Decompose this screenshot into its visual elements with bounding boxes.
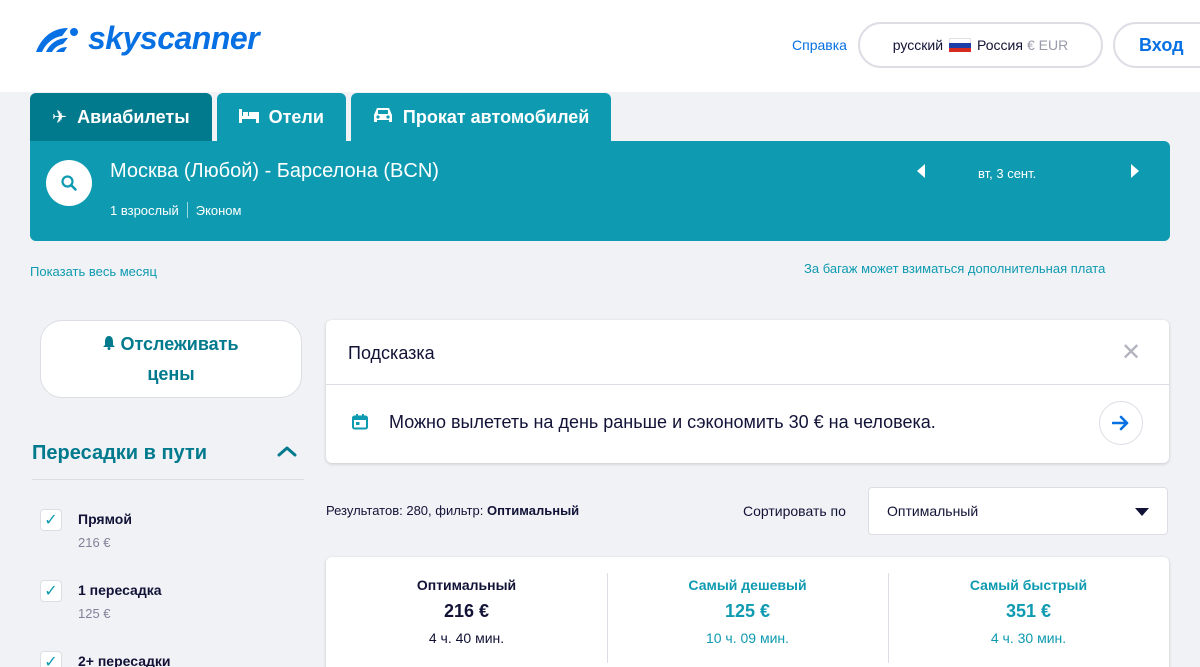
top-header: skyscanner Справка русский Россия € EUR …: [0, 0, 1200, 92]
checkmark-icon: ✓: [44, 512, 58, 529]
checkbox-two-plus[interactable]: ✓: [40, 651, 62, 667]
sort-tab-price: 216 €: [443, 601, 490, 621]
logo-icon: [36, 27, 78, 52]
previous-date-button[interactable]: [916, 164, 926, 183]
bell-icon: [103, 334, 120, 354]
stop-label: Прямой: [78, 511, 132, 527]
chevron-up-icon: [277, 446, 297, 457]
edit-search-button[interactable]: [46, 160, 92, 206]
sort-tab-price: 351 €: [1005, 601, 1052, 621]
checkbox-direct[interactable]: ✓: [40, 509, 62, 531]
sort-label: Сортировать по: [743, 503, 846, 519]
sort-tab-cheapest[interactable]: Самый дешевый 125 € 10 ч. 09 мин.: [607, 557, 888, 667]
route-title: Москва (Любой) - Барселона (BCN): [110, 160, 439, 182]
show-month-link[interactable]: Показать весь месяц: [30, 264, 157, 279]
stop-label: 2+ пересадки: [78, 653, 171, 667]
tab-label: Отели: [268, 106, 324, 127]
divider: [186, 202, 188, 218]
results-count: Результатов: 280, фильтр:: [326, 503, 487, 518]
logo-text: skyscanner: [88, 20, 260, 56]
country-label: Россия: [977, 37, 1023, 53]
sort-tab-name: Самый дешевый: [688, 577, 807, 593]
tab-hotels[interactable]: Отели: [216, 93, 346, 141]
tab-label: Прокат автомобилей: [402, 106, 590, 127]
checkbox-one-stop[interactable]: ✓: [40, 580, 62, 602]
login-label: Вход: [1139, 34, 1184, 55]
track-prices-label-line2: цены: [147, 364, 195, 384]
track-prices-button[interactable]: Отслеживать цены: [40, 320, 302, 398]
stop-price: 125 €: [78, 606, 111, 621]
help-link[interactable]: Справка: [792, 37, 847, 53]
chevron-down-icon: [1135, 508, 1149, 516]
stops-filter-title[interactable]: Пересадки в пути: [32, 442, 207, 465]
track-prices-label: Отслеживать: [120, 334, 239, 354]
collapse-filter-button[interactable]: [276, 444, 298, 463]
bed-icon: [238, 107, 259, 128]
baggage-fee-link[interactable]: За багаж может взиматься дополнительная …: [804, 261, 1105, 276]
arrow-right-icon: [1112, 415, 1129, 431]
stop-price: 216 €: [78, 535, 111, 550]
product-tabs: ✈ Авиабилеты Отели Прокат автомобилей: [30, 93, 616, 141]
hint-message: Можно вылететь на день раньше и сэкономи…: [389, 412, 936, 432]
car-icon: [373, 106, 393, 129]
language-label: русский: [892, 37, 944, 53]
apply-hint-button[interactable]: [1099, 401, 1143, 445]
tab-flights[interactable]: ✈ Авиабилеты: [30, 93, 212, 141]
sort-tab-best[interactable]: Оптимальный 216 € 4 ч. 40 мин.: [326, 557, 607, 667]
selected-date[interactable]: вт, 3 сент.: [978, 166, 1036, 181]
hint-title: Подсказка: [348, 343, 435, 363]
sort-tab-name: Оптимальный: [416, 577, 517, 593]
next-date-button[interactable]: [1130, 164, 1140, 183]
divider: [32, 479, 304, 480]
chevron-left-icon: [917, 164, 925, 178]
sort-tab-fastest[interactable]: Самый быстрый 351 € 4 ч. 30 мин.: [888, 557, 1169, 667]
active-filter: Оптимальный: [486, 503, 580, 518]
search-summary-panel: Москва (Любой) - Барселона (BCN) 1 взрос…: [30, 141, 1170, 241]
sort-value: Оптимальный: [887, 503, 979, 519]
checkmark-icon: ✓: [44, 654, 58, 667]
sort-dropdown[interactable]: Оптимальный: [868, 487, 1168, 535]
currency-label: € EUR: [1026, 37, 1069, 53]
russia-flag-icon: [949, 38, 972, 52]
hint-card: Подсказка ✕ Можно вылететь на день раньш…: [326, 320, 1169, 463]
plane-icon: ✈: [52, 106, 68, 127]
skyscanner-logo[interactable]: skyscanner: [32, 20, 260, 57]
sort-tab-duration: 10 ч. 09 мин.: [705, 630, 790, 646]
tab-car-rental[interactable]: Прокат автомобилей: [350, 93, 612, 141]
close-icon[interactable]: ✕: [1121, 341, 1141, 365]
tab-label: Авиабилеты: [77, 106, 190, 127]
calendar-icon: [352, 414, 368, 435]
login-button[interactable]: Вход: [1113, 22, 1200, 68]
sort-tab-duration: 4 ч. 30 мин.: [990, 630, 1067, 646]
sort-tabs: Оптимальный 216 € 4 ч. 40 мин. Самый деш…: [326, 557, 1169, 667]
stop-label: 1 пересадка: [78, 582, 162, 598]
results-summary: Результатов: 280, фильтр: Оптимальный: [326, 503, 579, 518]
divider: [326, 384, 1169, 385]
locale-selector[interactable]: русский Россия € EUR: [858, 22, 1103, 68]
sort-tab-price: 125 €: [724, 601, 771, 621]
chevron-right-icon: [1131, 164, 1139, 178]
sort-tab-name: Самый быстрый: [969, 577, 1088, 593]
search-icon: [61, 175, 77, 191]
passenger-count: 1 взрослый: [110, 202, 179, 218]
trip-details: 1 взрослый Эконом: [110, 202, 241, 218]
sort-tab-duration: 4 ч. 40 мин.: [428, 630, 505, 646]
checkmark-icon: ✓: [44, 583, 58, 600]
cabin-class: Эконом: [195, 202, 242, 218]
